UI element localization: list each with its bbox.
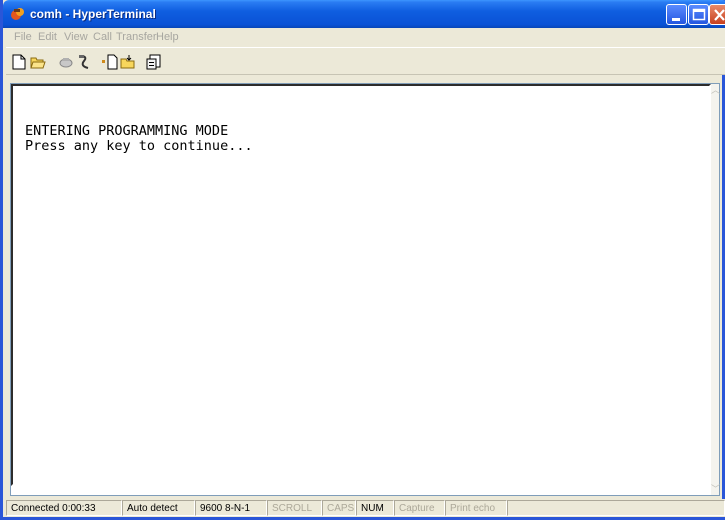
scroll-up-icon[interactable]: ︿: [711, 84, 720, 96]
close-button[interactable]: [709, 4, 725, 25]
status-caps: CAPS: [322, 500, 356, 516]
open-icon[interactable]: [28, 52, 48, 72]
status-connected: Connected 0:00:33: [6, 500, 122, 516]
terminal-line-1: ENTERING PROGRAMMING MODE: [25, 123, 229, 139]
close-icon: [714, 9, 725, 21]
menu-edit[interactable]: Edit: [38, 31, 57, 43]
toolbar: [6, 47, 725, 75]
status-num: NUM: [356, 500, 394, 516]
status-print-echo: Print echo: [445, 500, 507, 516]
maximize-icon: [692, 8, 706, 21]
status-scroll: SCROLL: [267, 500, 322, 516]
terminal-line-2: Press any key to continue...: [25, 138, 253, 154]
menu-help[interactable]: Help: [156, 31, 179, 43]
disconnect-icon[interactable]: [74, 52, 94, 72]
terminal-screen[interactable]: ENTERING PROGRAMMING MODE Press any key …: [11, 84, 711, 486]
menu-file[interactable]: File: [14, 31, 32, 43]
status-capture: Capture: [394, 500, 445, 516]
minimize-button[interactable]: [666, 4, 687, 25]
send-icon[interactable]: [100, 52, 120, 72]
terminal-output: ENTERING PROGRAMMING MODE Press any key …: [25, 124, 253, 154]
status-bar: Connected 0:00:33 Auto detect 9600 8-N-1…: [6, 499, 725, 517]
maximize-button[interactable]: [688, 4, 709, 25]
receive-icon[interactable]: [118, 52, 138, 72]
window-title: comh - HyperTerminal: [30, 7, 156, 21]
new-icon[interactable]: [10, 52, 30, 72]
status-detect: Auto detect: [122, 500, 195, 516]
status-settings: 9600 8-N-1: [195, 500, 267, 516]
menu-bar: File Edit View Call Transfer Help: [6, 28, 725, 47]
scroll-down-icon[interactable]: ﹀: [711, 483, 720, 495]
minimize-icon: [672, 18, 680, 21]
title-bar[interactable]: comh - HyperTerminal: [3, 0, 725, 28]
vertical-scrollbar[interactable]: ︿ ﹀: [711, 84, 720, 495]
hyperterminal-app-icon[interactable]: [10, 6, 26, 22]
properties-icon[interactable]: [144, 52, 164, 72]
status-empty: [507, 500, 725, 516]
terminal-frame: ENTERING PROGRAMMING MODE Press any key …: [10, 83, 720, 496]
hyperterminal-window: comh - HyperTerminal File Edit View Call…: [0, 0, 725, 520]
menu-call[interactable]: Call: [93, 31, 112, 43]
menu-transfer[interactable]: Transfer: [116, 31, 157, 43]
connect-icon[interactable]: [56, 52, 76, 72]
menu-view[interactable]: View: [64, 31, 88, 43]
